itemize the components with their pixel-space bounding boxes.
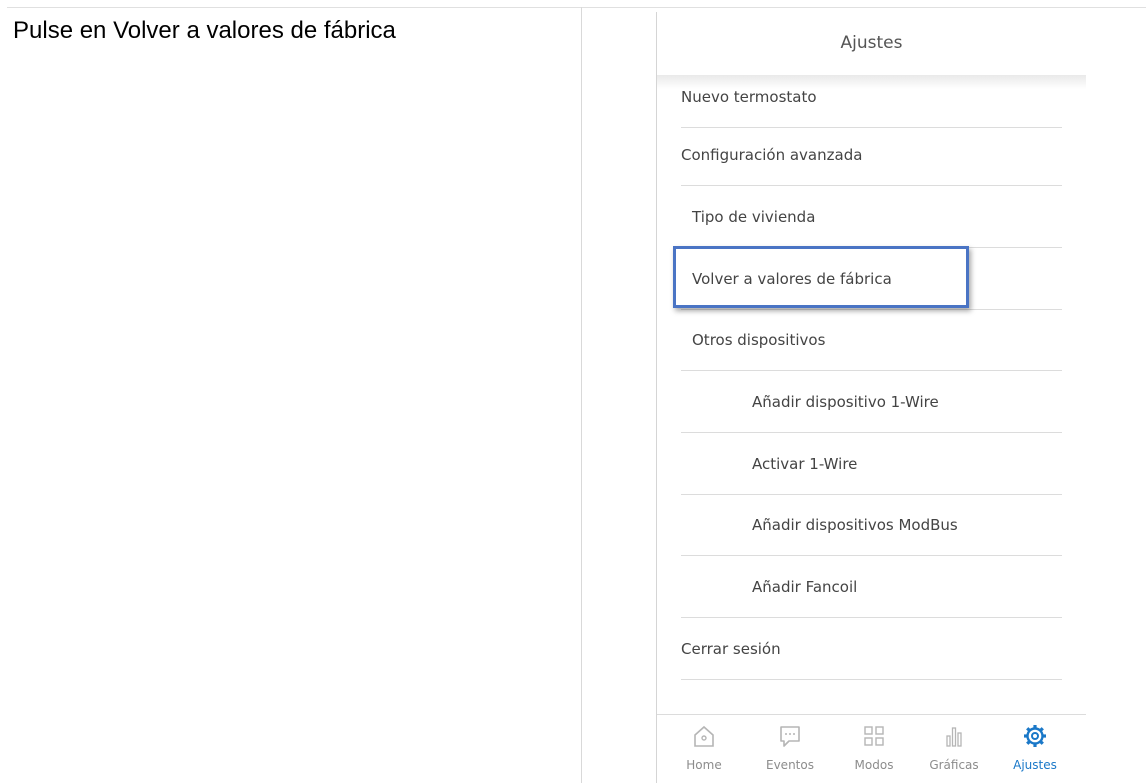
menu-item-label: Añadir dispositivos ModBus [752,516,958,534]
tab-modos[interactable]: Modos [839,715,909,784]
bar-chart-icon [946,727,962,747]
gear-icon [1024,725,1046,747]
menu-item-label: Añadir Fancoil [752,578,858,596]
menu-item-label: Tipo de vivienda [692,208,816,226]
menu-item-nuevo-termostato[interactable]: Nuevo termostato [681,67,1062,128]
phone-screenshot: Ajustes Nuevo termostato Configuración a… [656,12,1086,784]
instruction-text: Pulse en Volver a valores de fábrica [13,17,396,44]
tab-label: Gráficas [929,758,979,772]
grid-icon [864,726,884,746]
tab-graficas[interactable]: Gráficas [919,715,989,784]
chat-bubble-icon [780,726,800,747]
tab-ajustes[interactable]: Ajustes [1000,715,1070,784]
menu-item-activar-1-wire[interactable]: Activar 1-Wire [681,434,1062,495]
menu-item-anadir-dispositivos-modbus[interactable]: Añadir dispositivos ModBus [681,495,1062,556]
tab-label: Ajustes [1013,758,1057,772]
page-title: Ajustes [840,33,903,53]
menu-item-label: Activar 1-Wire [752,455,858,473]
menu-item-label: Configuración avanzada [681,146,863,164]
table-cell-divider [581,7,582,783]
menu-item-configuracion-avanzada[interactable]: Configuración avanzada [681,125,1062,186]
tab-label: Eventos [766,758,814,772]
tab-eventos[interactable]: Eventos [755,715,825,784]
menu-item-label: Otros dispositivos [692,331,826,349]
menu-item-cerrar-sesion[interactable]: Cerrar sesión [681,619,1062,680]
menu-item-label: Añadir dispositivo 1-Wire [752,393,939,411]
tab-label: Modos [854,758,894,772]
menu-item-label: Nuevo termostato [681,88,817,106]
menu-item-anadir-fancoil[interactable]: Añadir Fancoil [681,557,1062,618]
tab-label: Home [686,758,722,772]
menu-item-anadir-dispositivo-1-wire[interactable]: Añadir dispositivo 1-Wire [681,372,1062,433]
menu-item-tipo-de-vivienda[interactable]: Tipo de vivienda [681,187,1062,248]
menu-item-label: Cerrar sesión [681,640,781,658]
bottom-tab-bar: Home Eventos Modos Gráficas Ajustes [657,714,1086,784]
home-icon [694,725,714,747]
menu-item-otros-dispositivos[interactable]: Otros dispositivos [681,310,1062,371]
tab-home[interactable]: Home [669,715,739,784]
highlight-box [673,246,969,308]
